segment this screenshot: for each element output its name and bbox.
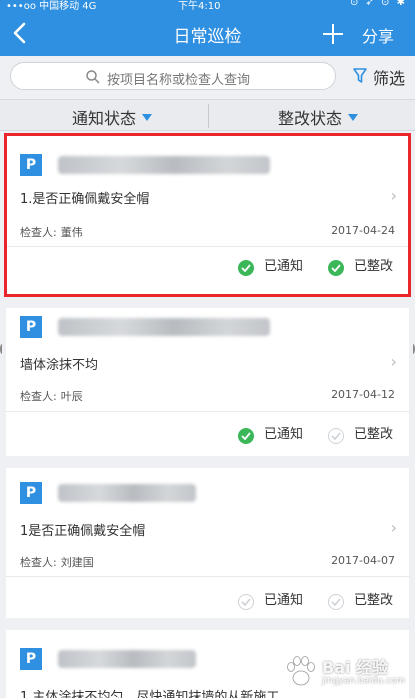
inspection-record[interactable]: P 墙体涂抹不均 › 检查人: 叶辰 2017-04-12 已通知 已整改 bbox=[6, 308, 409, 456]
search-placeholder: 按项目名称或检查人查询 bbox=[107, 73, 251, 88]
filter-label: 筛选 bbox=[373, 69, 406, 88]
inspector-name: 叶辰 bbox=[60, 390, 83, 403]
project-badge: P bbox=[20, 482, 42, 504]
check-icon-inactive bbox=[328, 428, 344, 444]
tab-notify-status[interactable]: 通知状态 bbox=[72, 105, 153, 129]
check-icon-inactive bbox=[238, 594, 254, 610]
inspector: 检查人: 刘建国 bbox=[20, 554, 94, 570]
rectify-status-label: 已整改 bbox=[354, 427, 394, 442]
inspector-label: 检查人: bbox=[20, 390, 57, 403]
tab-label: 通知状态 bbox=[72, 109, 137, 128]
share-button[interactable]: 分享 bbox=[362, 23, 394, 47]
divider bbox=[6, 411, 409, 412]
tab-rectify-status[interactable]: 整改状态 bbox=[278, 105, 359, 129]
watermark-url: jingyan.baidu.com bbox=[322, 676, 406, 686]
notify-status-label: 已通知 bbox=[264, 427, 304, 442]
status-bar: •••oo 中国移动 4G 下午4:10 ⊙ ➶ ⊙ ✱ bbox=[0, 0, 415, 14]
tab-label: 整改状态 bbox=[278, 109, 343, 128]
notify-status-label: 已通知 bbox=[264, 593, 304, 608]
check-icon-inactive bbox=[328, 594, 344, 610]
rectify-status-label: 已整改 bbox=[354, 593, 394, 608]
inspector-name: 刘建国 bbox=[60, 556, 94, 569]
filter-icon bbox=[353, 68, 367, 83]
paw-logo-icon bbox=[287, 656, 315, 686]
inspection-date: 2017-04-07 bbox=[331, 554, 395, 567]
project-badge: P bbox=[20, 648, 42, 670]
search-icon bbox=[86, 70, 100, 84]
watermark: Bai 经验 jingyan.baidu.com bbox=[282, 650, 412, 694]
divider bbox=[6, 576, 409, 577]
tab-divider bbox=[208, 104, 209, 128]
scroll-edge-right bbox=[411, 344, 415, 354]
scroll-edge-left bbox=[0, 344, 4, 354]
search-input[interactable]: 按项目名称或检查人查询 bbox=[10, 62, 336, 90]
project-name-blurred bbox=[58, 650, 196, 668]
caret-down-icon bbox=[348, 114, 359, 121]
chevron-right-icon: › bbox=[390, 352, 397, 371]
issue-text: 1是否正确佩戴安全帽 bbox=[20, 524, 146, 539]
inspector-label: 检查人: bbox=[20, 556, 57, 569]
check-icon bbox=[238, 428, 254, 444]
page-title: 日常巡检 bbox=[173, 27, 242, 47]
watermark-title: Bai 经验 bbox=[322, 658, 389, 677]
project-badge: P bbox=[20, 316, 42, 338]
project-name-blurred bbox=[58, 318, 270, 336]
plus-icon bbox=[323, 24, 343, 44]
carrier-label: •••oo 中国移动 4G bbox=[6, 1, 97, 12]
issue-text: 1.主体涂抹不均匀，尽快通知抹墙的从新施工 bbox=[20, 690, 280, 698]
status-icons: ⊙ ➶ ⊙ ✱ bbox=[349, 0, 407, 8]
chevron-right-icon: › bbox=[390, 518, 397, 537]
search-bar: 按项目名称或检查人查询 筛选 bbox=[0, 56, 415, 96]
nav-bar: 日常巡检 分享 bbox=[0, 14, 415, 56]
inspection-date: 2017-04-12 bbox=[331, 388, 395, 401]
caret-down-icon bbox=[142, 114, 153, 121]
highlight-box bbox=[4, 133, 411, 297]
project-name-blurred bbox=[58, 484, 196, 502]
issue-text: 墙体涂抹不均 bbox=[20, 358, 99, 373]
inspection-record[interactable]: P 1是否正确佩戴安全帽 › 检查人: 刘建国 2017-04-07 已通知 已整… bbox=[6, 468, 409, 618]
inspector: 检查人: 叶辰 bbox=[20, 388, 83, 404]
status-filter-tabs: 通知状态 整改状态 bbox=[0, 99, 415, 131]
clock: 下午4:10 bbox=[178, 1, 221, 12]
